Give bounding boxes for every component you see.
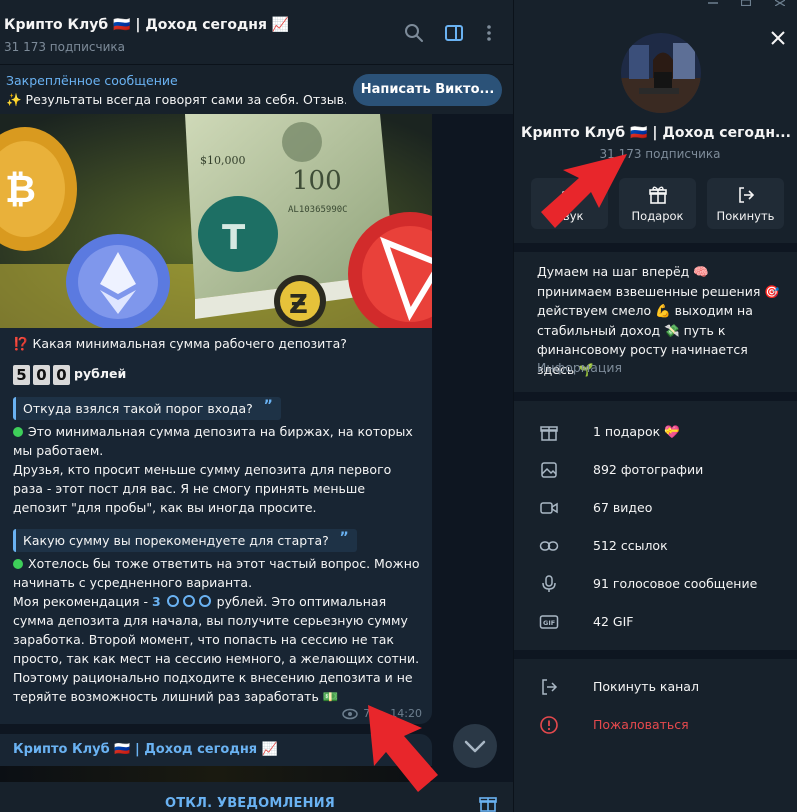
deposit-amount: 5 0 0 рублей [13,364,423,385]
divider [514,650,797,659]
media-label: 892 фотографии [593,462,704,477]
svg-text:100: 100 [292,166,342,196]
amount-digits: 5 0 0 [13,364,70,385]
paragraph-text: Моя рекомендация - [13,593,152,609]
media-label: 1 подарок 💝 [593,424,680,439]
svg-text:T: T [222,218,246,258]
gift-icon [540,426,558,441]
leave-channel-row[interactable]: Покинуть канал [514,668,797,706]
report-label: Пожаловаться [593,717,689,732]
svg-text:GIF: GIF [543,619,555,627]
pinned-text: ✨ Результаты всегда говорят сами за себя… [6,92,346,107]
gift-icon[interactable] [478,793,498,812]
media-label: 42 GIF [593,614,634,629]
media-gifts-row[interactable]: 1 подарок 💝 [514,413,797,451]
media-videos-row[interactable]: 67 видео [514,489,797,527]
paragraph-text: Хотелось бы тоже ответить на этот частый… [13,555,420,590]
zero-emoji-icon [198,594,211,607]
paragraph: Друзья, кто просит меньше сумму депозита… [13,461,392,515]
chevron-down-icon [464,740,486,753]
channel-profile-panel: Крипто Клуб 🇷🇺 | Доход сегодн... 31 173 … [513,0,797,812]
close-icon[interactable] [768,28,788,48]
divider [514,243,797,252]
paragraph-text: Это минимальная сумма депозита на биржах… [13,423,413,458]
quote-mark-icon: ” [339,529,349,546]
paragraph: Хотелось бы тоже ответить на этот частый… [13,554,423,592]
annotation-arrow-icon [541,154,627,228]
svg-text:AL10365990C: AL10365990C [288,205,348,215]
media-label: 91 голосовое сообщение [593,576,758,591]
emoji-digit: 3 [151,593,161,609]
post-question: ⁉️ Какая минимальная сумма рабочего депо… [13,336,347,351]
green-circle-icon [13,426,23,437]
paragraph-text: рублей. Это оптимальная сумма депозита д… [13,593,420,704]
post-author[interactable]: Крипто Клуб 🇷🇺 | Доход сегодня 📈 [13,742,278,757]
annotation-arrow-icon [368,705,438,792]
amount-unit: рублей [74,366,127,381]
more-vert-icon[interactable] [478,22,500,44]
video-icon [540,502,558,514]
report-icon [540,716,558,734]
leave-icon [542,679,558,695]
search-icon[interactable] [403,22,425,44]
media-gif-row[interactable]: GIF 42 GIF [514,603,797,641]
divider [514,392,797,401]
channel-name: Крипто Клуб 🇷🇺 | Доход сегодн... [521,125,791,141]
gift-icon [648,186,667,204]
svg-text:₿: ₿ [5,167,36,211]
maximize-icon[interactable] [741,0,751,6]
leave-button[interactable]: Покинуть [707,178,784,229]
paragraph: Это минимальная сумма депозита на биржах… [13,422,423,460]
media-links-row[interactable]: 512 ссылок [514,527,797,565]
svg-text:$10,000: $10,000 [200,154,246,167]
pinned-label: Закреплённое сообщение [6,73,178,88]
pinned-message-bar[interactable]: Закреплённое сообщение ✨ Результаты всег… [0,64,513,114]
gif-icon: GIF [539,615,559,629]
amount-digit: 0 [53,364,70,385]
leave-label: Покинуть [716,209,775,223]
minimize-icon[interactable] [708,0,718,6]
eye-icon [342,708,359,719]
amount-digit: 0 [33,364,50,385]
report-row[interactable]: Пожаловаться [514,706,797,744]
media-label: 512 ссылок [593,538,668,553]
link-icon [539,541,559,551]
quote-block: Какую сумму вы порекомендуете для старта… [13,528,357,552]
photo-icon [541,462,557,478]
leave-icon [738,187,754,203]
quote-mark-icon: ” [263,397,273,414]
leave-channel-label: Покинуть канал [593,679,699,694]
avatar[interactable] [621,33,701,113]
zero-emoji-icon [182,594,195,607]
quote-text: Откуда взялся такой порог входа? [23,400,253,416]
quote-block: Откуда взялся такой порог входа? ” [13,396,281,420]
chat-header[interactable]: Крипто Клуб 🇷🇺 | Доход сегодня 📈 31 173 … [0,0,513,64]
scroll-down-button[interactable] [453,724,497,768]
media-voice-row[interactable]: 91 голосовое сообщение [514,565,797,603]
quote-text: Какую сумму вы порекомендуете для старта… [23,532,329,548]
media-photos-row[interactable]: 892 фотографии [514,451,797,489]
amount-digit: 5 [13,364,30,385]
post-image[interactable]: $10,000 100 AL10365990C ₿ T Ƶ [0,114,432,328]
post-text: ⁉️ Какая минимальная сумма рабочего депо… [13,334,423,706]
paragraph: Моя рекомендация - 3 рублей. Это оптимал… [13,592,423,706]
sidebar-toggle-icon[interactable] [443,22,465,44]
info-label: Информация [537,360,623,375]
write-to-admin-button[interactable]: Написать Викто... [353,74,502,106]
window-close-icon[interactable] [775,0,785,6]
chat-area: Крипто Клуб 🇷🇺 | Доход сегодня 📈 31 173 … [0,0,513,812]
zero-emoji-icon [166,594,179,607]
microphone-icon [542,575,556,592]
gift-button[interactable]: Подарок [619,178,696,229]
chat-title[interactable]: Крипто Клуб 🇷🇺 | Доход сегодня 📈 [4,17,289,33]
media-label: 67 видео [593,500,653,515]
svg-text:Ƶ: Ƶ [289,290,308,320]
subscriber-count: 31 173 подписчика [4,40,126,54]
mute-notifications-button[interactable]: ОТКЛ. УВЕДОМЛЕНИЯ [0,796,500,811]
green-circle-icon [13,558,23,569]
channel-post[interactable]: $10,000 100 AL10365990C ₿ T Ƶ ⁉️ Какая м… [0,114,432,724]
gift-label: Подарок [631,209,684,223]
